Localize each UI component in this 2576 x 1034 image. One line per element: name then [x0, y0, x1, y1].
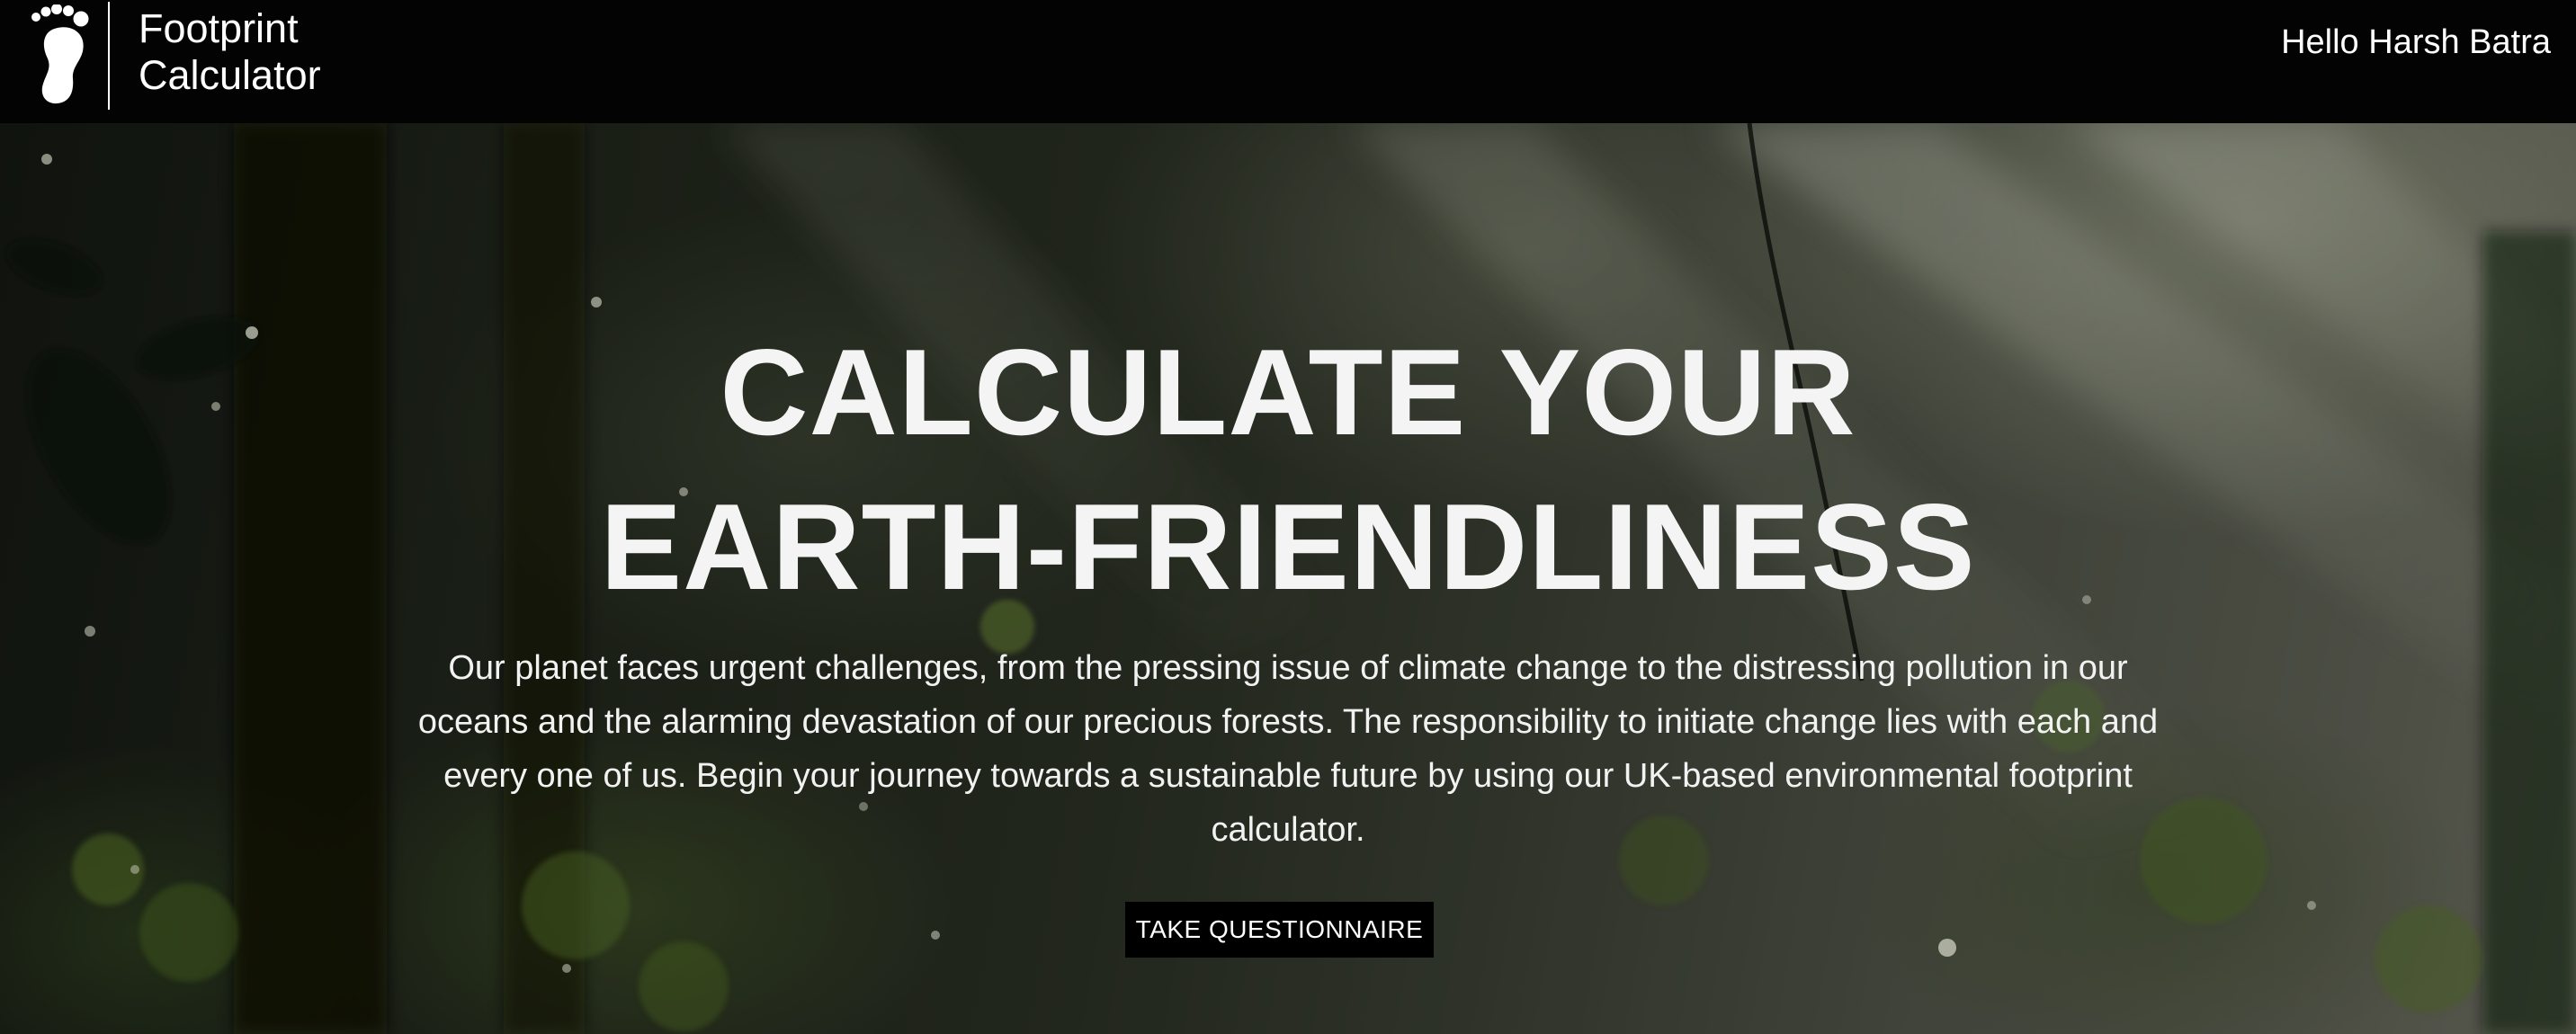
- hero-title: CALCULATE YOUR EARTH-FRIENDLINESS: [0, 315, 2576, 624]
- brand-name-line2: Calculator: [139, 52, 321, 98]
- brand-home-link[interactable]: Footprint Calculator: [31, 0, 321, 111]
- hero-description: Our planet faces urgent challenges, from…: [417, 649, 2159, 849]
- brand-name: Footprint Calculator: [139, 5, 321, 99]
- take-questionnaire-button[interactable]: TAKE QUESTIONNAIRE: [1125, 902, 1434, 958]
- user-greeting[interactable]: Hello Harsh Batra: [2281, 20, 2551, 65]
- page: Footprint Calculator Hello Harsh Batra C…: [0, 0, 2576, 1034]
- footprint-icon: [31, 4, 89, 104]
- navbar: Footprint Calculator Hello Harsh Batra: [0, 0, 2576, 123]
- hero-title-line1: CALCULATE YOUR: [720, 324, 1856, 460]
- brand-name-line1: Footprint: [139, 5, 299, 51]
- brand-divider: [108, 2, 110, 110]
- hero-section: CALCULATE YOUR EARTH-FRIENDLINESS Our pl…: [0, 123, 2576, 1034]
- hero-title-line2: EARTH-FRIENDLINESS: [600, 478, 1976, 615]
